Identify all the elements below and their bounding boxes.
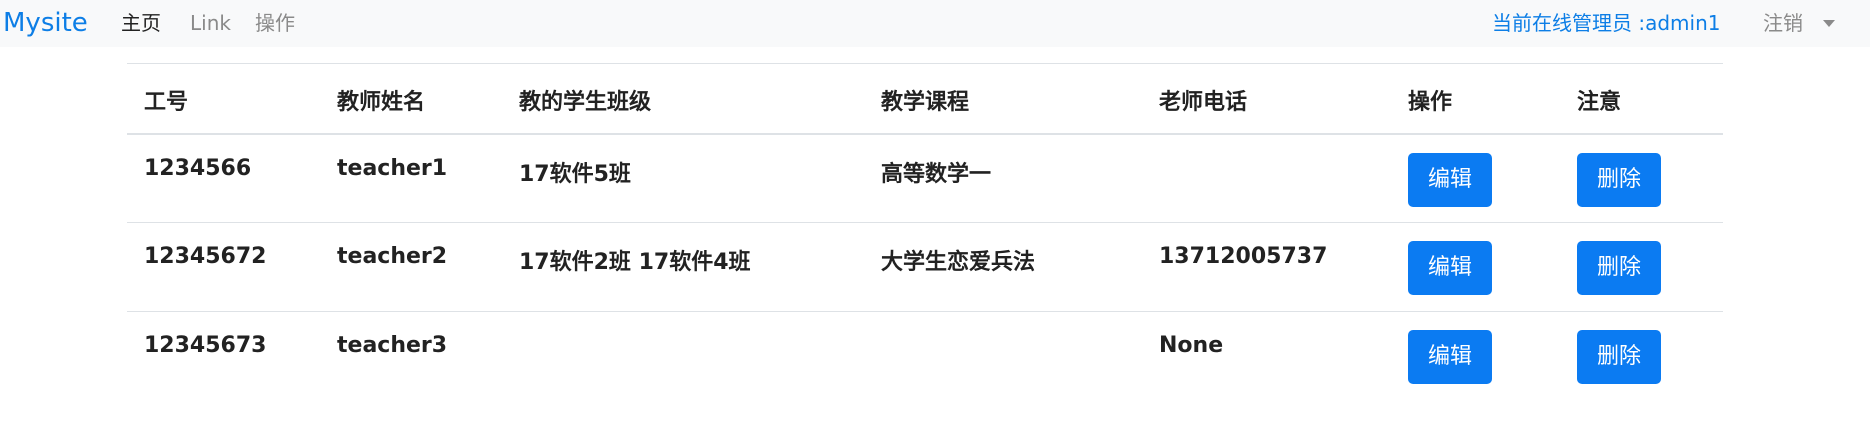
edit-button[interactable]: 编辑 xyxy=(1408,241,1492,295)
cell-classes xyxy=(502,312,864,401)
cell-id: 1234566 xyxy=(127,133,320,223)
cell-phone: 13712005737 xyxy=(1142,222,1391,312)
cell-name: teacher1 xyxy=(320,133,502,223)
table-header-row: 工号 教师姓名 教的学生班级 教学课程 老师电话 操作 注意 xyxy=(127,63,1723,135)
cell-name: teacher3 xyxy=(337,333,448,358)
top-navbar: Mysite 主页 Link 操作 当前在线管理员 :admin1 注销 xyxy=(0,0,1870,47)
cell-course: 大学生恋爱兵法 xyxy=(864,222,1142,312)
column-header-course: 教学课程 xyxy=(864,63,1142,135)
teachers-table: 工号 教师姓名 教的学生班级 教学课程 老师电话 操作 注意 1234566 t… xyxy=(127,63,1723,401)
nav-item-home[interactable]: 主页 xyxy=(121,10,161,36)
edit-button[interactable]: 编辑 xyxy=(1408,330,1492,384)
cell-delete: 删除 xyxy=(1560,133,1723,223)
logout-dropdown-toggle[interactable]: 注销 xyxy=(1763,10,1803,36)
cell-edit: 编辑 xyxy=(1391,133,1560,223)
brand-logo-link[interactable]: Mysite xyxy=(3,6,88,40)
cell-phone: None xyxy=(1159,333,1224,358)
nav-item-link[interactable]: Link xyxy=(190,10,231,36)
cell-classes: 17软件5班 xyxy=(502,133,864,223)
column-header-classes: 教的学生班级 xyxy=(502,63,864,135)
column-header-name: 教师姓名 xyxy=(320,63,502,135)
teachers-table-container: 工号 教师姓名 教的学生班级 教学课程 老师电话 操作 注意 1234566 t… xyxy=(127,63,1723,401)
delete-button[interactable]: 删除 xyxy=(1577,241,1661,295)
table-row: 12345672 teacher2 17软件2班 17软件4班 大学生恋爱兵法 … xyxy=(127,222,1723,312)
nav-item-operations[interactable]: 操作 xyxy=(255,10,295,36)
cell-course: 高等数学一 xyxy=(864,133,1142,223)
column-header-actions: 操作 xyxy=(1391,63,1560,135)
delete-button[interactable]: 删除 xyxy=(1577,152,1661,207)
cell-edit: 编辑 xyxy=(1391,312,1560,401)
cell-phone xyxy=(1142,133,1391,223)
edit-button[interactable]: 编辑 xyxy=(1408,152,1492,207)
column-header-id: 工号 xyxy=(127,63,320,135)
cell-id: 12345673 xyxy=(144,333,267,358)
table-row: 12345673 teacher3 None 编辑 删除 xyxy=(127,312,1723,401)
cell-course xyxy=(864,312,1142,401)
cell-delete: 删除 xyxy=(1560,222,1723,312)
cell-edit: 编辑 xyxy=(1391,222,1560,312)
cell-delete: 删除 xyxy=(1560,312,1723,401)
delete-button[interactable]: 删除 xyxy=(1577,330,1661,384)
cell-name: teacher2 xyxy=(320,222,502,312)
column-header-notes: 注意 xyxy=(1560,63,1723,135)
column-header-phone: 老师电话 xyxy=(1142,63,1391,135)
table-row: 1234566 teacher1 17软件5班 高等数学一 编辑 删除 xyxy=(127,133,1723,223)
cell-classes: 17软件2班 17软件4班 xyxy=(502,222,864,312)
chevron-down-icon[interactable] xyxy=(1823,20,1835,27)
current-admin-label[interactable]: 当前在线管理员 :admin1 xyxy=(1492,10,1721,36)
cell-id: 12345672 xyxy=(127,222,320,312)
